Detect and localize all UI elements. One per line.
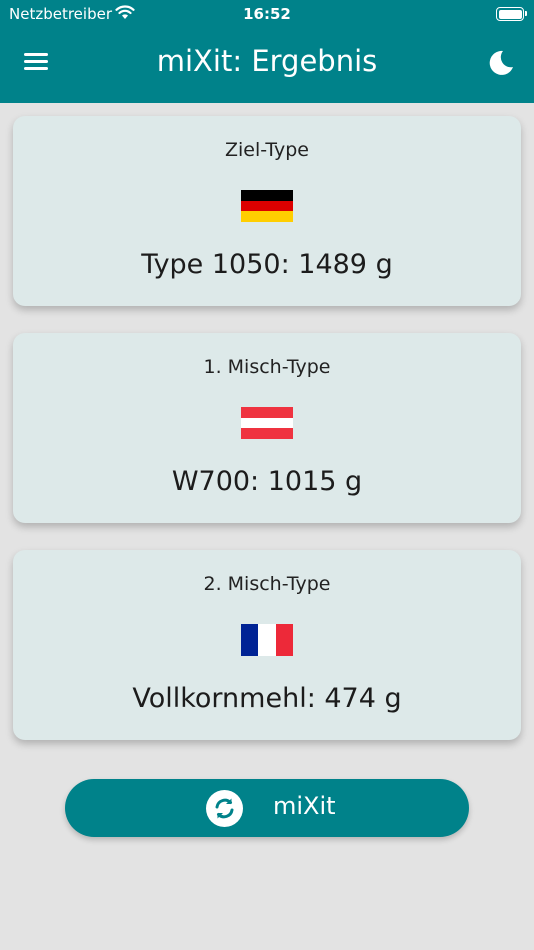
dark-mode-toggle[interactable] bbox=[486, 48, 518, 78]
status-bar: Netzbetreiber 16:52 bbox=[0, 0, 534, 28]
refresh-icon bbox=[206, 790, 243, 827]
clock: 16:52 bbox=[243, 5, 291, 23]
mix-type-2-card[interactable]: 2. Misch-Type Vollkornmehl: 474 g bbox=[13, 550, 521, 740]
battery-icon bbox=[496, 7, 527, 21]
mixit-button-label: miXit bbox=[273, 792, 336, 820]
app-header: Netzbetreiber 16:52 miXit: Ergebnis bbox=[0, 0, 534, 103]
mixit-button[interactable]: miXit bbox=[65, 779, 469, 837]
austria-flag-icon bbox=[241, 407, 293, 439]
germany-flag-icon bbox=[241, 190, 293, 222]
moon-icon bbox=[489, 50, 513, 75]
card-result: W700: 1015 g bbox=[171, 466, 363, 497]
page-title: miXit: Ergebnis bbox=[156, 44, 378, 78]
mix-type-1-card[interactable]: 1. Misch-Type W700: 1015 g bbox=[13, 333, 521, 523]
card-result: Type 1050: 1489 g bbox=[141, 249, 393, 280]
card-result: Vollkornmehl: 474 g bbox=[132, 683, 402, 714]
target-type-card[interactable]: Ziel-Type Type 1050: 1489 g bbox=[13, 116, 521, 306]
card-label: 2. Misch-Type bbox=[203, 573, 331, 595]
card-label: 1. Misch-Type bbox=[203, 356, 331, 378]
france-flag-icon bbox=[241, 624, 293, 656]
card-label: Ziel-Type bbox=[224, 139, 309, 161]
